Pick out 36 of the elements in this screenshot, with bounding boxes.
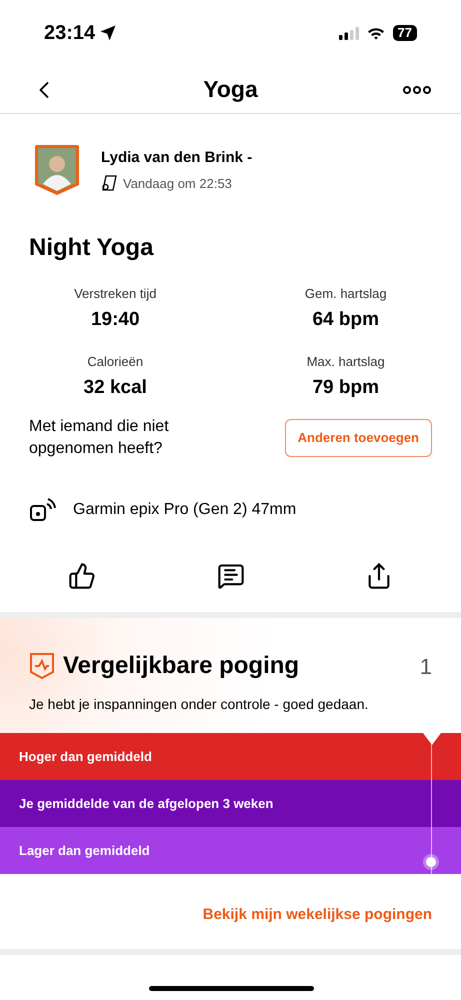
status-time: 23:14: [44, 21, 96, 46]
stat-label: Calorieën: [87, 353, 144, 371]
effort-message: Je hebt je inspanningen onder controle - goed gedaan.: [29, 695, 370, 714]
comment-icon[interactable]: [216, 562, 244, 590]
stat-value: 32 kcal: [84, 376, 147, 400]
athlete-name[interactable]: Lydia van den Brink -: [101, 147, 252, 170]
more-button[interactable]: [403, 86, 431, 94]
band-label: Je gemiddelde van de afgelopen 3 weken: [19, 794, 274, 813]
battery-indicator: 77: [392, 25, 417, 41]
avatar-icon: [33, 144, 81, 196]
stat-value: 79 bpm: [312, 376, 380, 400]
stat-value: 64 bpm: [312, 308, 380, 332]
device-name: Garmin epix Pro (Gen 2) 47mm: [73, 500, 296, 520]
page-title: Yoga: [203, 75, 258, 104]
watch-signal-icon: [29, 496, 57, 524]
wifi-icon: [366, 26, 385, 40]
stat-value: 19:40: [90, 308, 140, 332]
band-label: Lager dan gemiddeld: [19, 842, 150, 860]
activity-title: Night Yoga: [28, 233, 155, 263]
weekly-efforts-link[interactable]: Bekijk mijn wekelijkse pogingen: [202, 904, 432, 926]
stat-label: Gem. hartslag: [304, 285, 387, 303]
thumbs-up-icon[interactable]: [68, 562, 96, 590]
band-label: Hoger dan gemiddeld: [19, 748, 152, 766]
stat-label: Max. hartslag: [306, 353, 385, 371]
effort-count: 1: [420, 652, 432, 680]
add-others-prompt: Met iemand die niet opgenomen heeft?: [29, 417, 170, 459]
effort-title: Vergelijkbare poging: [63, 651, 300, 681]
location-arrow-icon: [99, 24, 118, 42]
add-others-button[interactable]: Anderen toevoegen: [284, 419, 432, 457]
marker-pointer-icon: [423, 733, 441, 745]
activity-time: Vandaag om 22:53: [123, 174, 232, 193]
stat-label: Verstreken tijd: [74, 285, 156, 303]
effort-badge-icon: [29, 652, 55, 680]
yoga-mat-icon: [101, 175, 119, 192]
effort-marker: [423, 854, 439, 870]
signal-icon: [338, 26, 359, 40]
